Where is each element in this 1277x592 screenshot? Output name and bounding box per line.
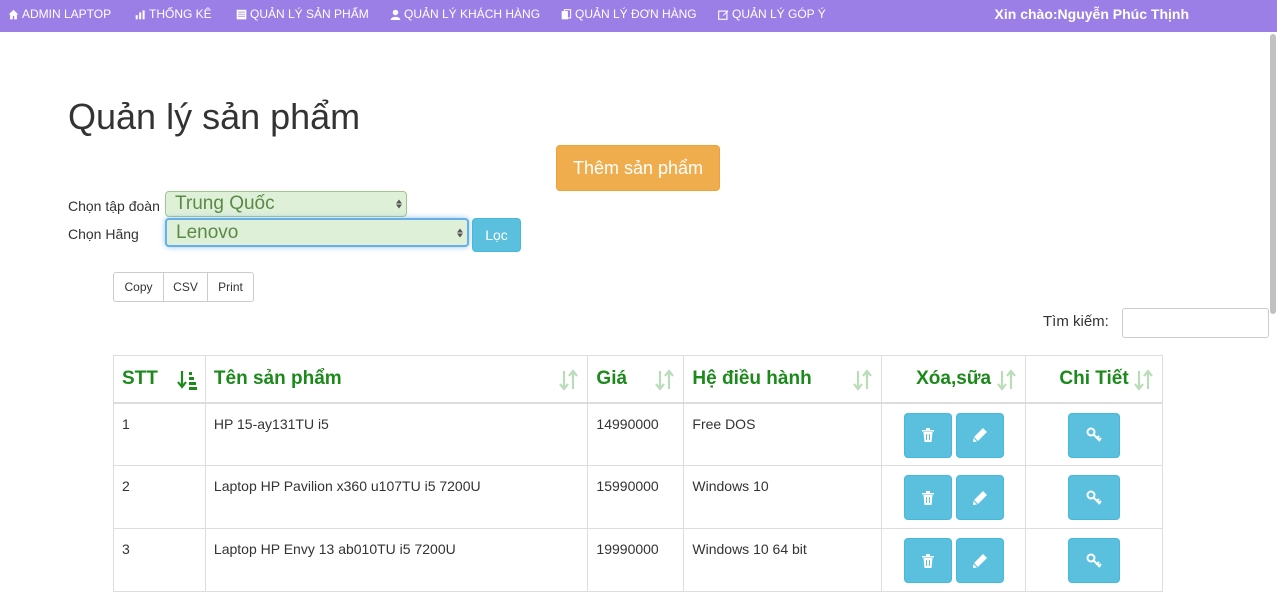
cell-name: Laptop HP Envy 13 ab010TU i5 7200U [204, 528, 589, 592]
detail-button[interactable] [1068, 412, 1121, 458]
nav-products[interactable]: QUẢN LÝ SẢN PHẨM [236, 0, 369, 28]
sort-icon [1134, 369, 1154, 391]
brand-select[interactable]: Lenovo [165, 218, 469, 247]
export-button-group: Copy CSV Print [113, 272, 254, 302]
sort-icon [997, 369, 1017, 391]
nav-customers[interactable]: QUẢN LÝ KHÁCH HÀNG [390, 0, 540, 28]
key-icon [1086, 553, 1102, 568]
select-arrows-icon [457, 228, 463, 237]
nav-orders-label: QUẢN LÝ ĐƠN HÀNG [575, 7, 697, 21]
cell-stt: 2 [113, 465, 206, 529]
column-header-label: Tên sản phẩm [213, 367, 342, 389]
nav-statistics-label: THỐNG KÊ [149, 7, 212, 21]
trash-icon [921, 490, 934, 505]
key-icon [1086, 427, 1102, 442]
delete-button[interactable] [903, 412, 952, 458]
cell-actions [881, 528, 1027, 592]
search-input[interactable] [1122, 308, 1269, 338]
nav-products-label: QUẢN LÝ SẢN PHẨM [250, 7, 369, 21]
user-icon [390, 9, 401, 20]
trash-icon [921, 553, 934, 568]
cell-detail [1025, 465, 1163, 529]
table-row: 3 Laptop HP Envy 13 ab010TU i5 7200U 199… [113, 528, 1163, 592]
copy-button[interactable]: Copy [113, 272, 164, 302]
cell-stt: 3 [113, 528, 206, 592]
pencil-icon [972, 553, 987, 568]
column-header-actions[interactable]: Xóa,sữa [881, 355, 1027, 404]
detail-button[interactable] [1068, 538, 1121, 583]
nav-customers-label: QUẢN LÝ KHÁCH HÀNG [404, 7, 541, 21]
column-header-detail[interactable]: Chi Tiết [1025, 355, 1163, 404]
brand-select-value: Lenovo [176, 221, 239, 243]
cell-detail [1025, 528, 1163, 592]
cell-actions [881, 402, 1027, 466]
pencil-icon [972, 490, 987, 505]
nav-admin-laptop[interactable]: ADMIN LAPTOP [8, 0, 111, 28]
group-select-value: Trung Quốc [175, 193, 275, 214]
filter-button[interactable]: Lọc [472, 218, 521, 252]
cell-os: Windows 10 64 bit [683, 528, 883, 592]
group-label: Chọn tập đoàn [68, 198, 160, 214]
pencil-icon [972, 428, 987, 442]
csv-button[interactable]: CSV [163, 272, 208, 302]
edit-icon [718, 9, 729, 20]
search-label: Tìm kiếm: [1043, 313, 1109, 330]
column-header-label: Xóa,sữa [916, 367, 992, 389]
delete-button[interactable] [903, 538, 952, 583]
cell-price: 19990000 [587, 528, 685, 592]
column-header-stt[interactable]: STT [113, 355, 206, 404]
column-header-name[interactable]: Tên sản phẩm [204, 355, 589, 404]
sort-icon [559, 369, 579, 391]
page-scrollbar[interactable] [1270, 34, 1276, 314]
cell-stt: 1 [113, 402, 206, 466]
nav-statistics[interactable]: THỐNG KÊ [135, 0, 212, 28]
home-icon [8, 9, 19, 19]
trash-icon [921, 428, 934, 442]
top-navbar: ADMIN LAPTOP THỐNG KÊ QUẢN LÝ SẢN PHẨM Q… [0, 0, 1277, 32]
cell-name: Laptop HP Pavilion x360 u107TU i5 7200U [204, 465, 589, 529]
column-header-os[interactable]: Hệ điều hành [683, 355, 883, 404]
table-header-row: STT Tên sản phẩm Giá Hệ điều hành Xóa,sữ… [113, 355, 1163, 404]
list-icon [236, 9, 247, 19]
column-header-label: Giá [596, 367, 628, 389]
page-title: Quản lý sản phẩm [68, 96, 361, 137]
detail-button[interactable] [1068, 475, 1121, 520]
nav-feedback-label: QUẢN LÝ GÓP Ý [732, 7, 826, 21]
sort-icon [853, 369, 873, 391]
edit-button[interactable] [955, 538, 1004, 583]
cell-os: Windows 10 [683, 465, 883, 529]
nav-feedback[interactable]: QUẢN LÝ GÓP Ý [718, 0, 826, 28]
print-button[interactable]: Print [207, 272, 254, 302]
sort-icon [655, 369, 675, 391]
cell-price: 14990000 [587, 402, 685, 466]
column-header-price[interactable]: Giá [587, 355, 685, 404]
cell-price: 15990000 [587, 465, 685, 529]
select-arrows-icon [396, 199, 402, 209]
chart-icon [135, 9, 145, 19]
table-row: 2 Laptop HP Pavilion x360 u107TU i5 7200… [113, 465, 1163, 529]
column-header-label: STT [122, 367, 158, 389]
edit-button[interactable] [955, 412, 1004, 458]
products-table: STT Tên sản phẩm Giá Hệ điều hành Xóa,sữ… [113, 355, 1163, 592]
column-header-label: Hệ điều hành [692, 367, 812, 389]
table-row: 1 HP 15-ay131TU i5 14990000 Free DOS [113, 402, 1163, 466]
sort-ascending-icon [177, 369, 197, 391]
group-select[interactable]: Trung Quốc [165, 191, 407, 217]
add-product-button[interactable]: Thêm sản phẩm [556, 145, 720, 191]
edit-button[interactable] [955, 475, 1004, 520]
documents-icon [561, 8, 572, 19]
key-icon [1086, 490, 1102, 505]
brand-label: Chọn Hãng [68, 226, 139, 242]
delete-button[interactable] [903, 475, 952, 520]
cell-detail [1025, 402, 1163, 466]
cell-actions [881, 465, 1027, 529]
nav-admin-laptop-label: ADMIN LAPTOP [22, 7, 112, 21]
column-header-label: Chi Tiết [1059, 367, 1129, 389]
cell-os: Free DOS [683, 402, 883, 466]
user-greeting[interactable]: Xin chào:Nguyễn Phúc Thịnh [995, 0, 1189, 28]
cell-name: HP 15-ay131TU i5 [204, 402, 589, 466]
nav-orders[interactable]: QUẢN LÝ ĐƠN HÀNG [561, 0, 697, 28]
